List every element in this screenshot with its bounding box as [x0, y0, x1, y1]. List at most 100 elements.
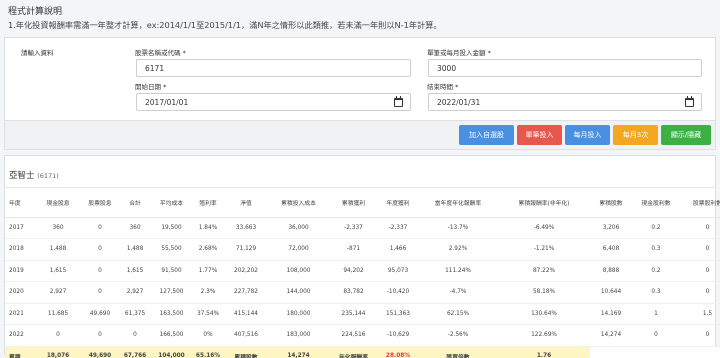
start-date-value: 2017/01/01 — [145, 97, 189, 107]
table-row: 2020 2,927 0 2,927 127,500 2.3% 227,782 144,000… — [5, 281, 720, 303]
col-header: 年度獲利 — [378, 188, 418, 218]
calendar-icon[interactable] — [685, 96, 694, 107]
table-cell: -871 — [329, 238, 378, 260]
table-cell: -2.56% — [418, 324, 498, 346]
table-cell: 1,615 — [35, 259, 81, 282]
table-cell: 111.24% — [418, 259, 498, 282]
summary-cell — [632, 345, 680, 358]
table-cell: 1.84% — [192, 216, 224, 239]
table-cell: 87.22% — [498, 259, 590, 282]
table-cell: 91,500 — [151, 259, 192, 282]
table-cell: 14,274 — [590, 324, 632, 346]
table-cell: 360 — [35, 216, 81, 239]
table-cell: 151,363 — [378, 302, 418, 325]
col-header: 股票股息 — [81, 188, 119, 218]
table-cell: 72,000 — [268, 238, 329, 260]
col-header: 殖利率 — [192, 188, 224, 218]
table-cell: 10,644 — [590, 281, 632, 303]
table-cell: 144,000 — [268, 281, 329, 303]
end-date-value: 2022/01/31 — [437, 97, 481, 107]
table-cell: 0 — [81, 216, 119, 239]
summary-cell: 年化報酬率 — [329, 345, 378, 358]
table-cell: -6.49% — [498, 216, 590, 239]
calendar-icon[interactable] — [394, 96, 403, 107]
table-cell: -1.21% — [498, 238, 590, 260]
table-cell: 130.64% — [498, 302, 590, 325]
table-cell: 2,927 — [119, 281, 151, 303]
table-row: 2018 1,488 0 1,488 55,500 2.68% 71,129 72,000 -8… — [5, 238, 720, 260]
results-table: 年度 現金股息 股票股息 合計 平均成本 殖利率 淨值 累積投入成本 累積獲利 … — [5, 188, 720, 358]
table-cell: 2.3% — [192, 281, 224, 303]
col-header: 股票股利數 — [680, 188, 720, 218]
table-cell: 227,782 — [224, 281, 268, 303]
col-header: 現金股利數 — [632, 188, 680, 218]
col-header: 累積獲利 — [329, 188, 378, 218]
table-cell: 3,206 — [590, 216, 632, 239]
start-date-input[interactable]: 2017/01/01 — [136, 93, 411, 111]
table-cell: 1.5 — [680, 302, 720, 325]
table-cell: 2017 — [5, 216, 35, 239]
table-cell: 0 — [680, 238, 720, 260]
company-name: 亞智士 — [9, 171, 35, 181]
table-cell: 1,466 — [378, 238, 418, 260]
lump-sum-button[interactable]: 單筆投入 — [517, 125, 562, 145]
table-cell: 166,500 — [151, 324, 192, 346]
table-row: 2022 0 0 0 166,500 0% 407,516 183,000 224,516 -10… — [5, 324, 720, 346]
table-cell: 0.2 — [632, 259, 680, 282]
table-cell: 224,516 — [329, 324, 378, 346]
table-cell: 1,615 — [119, 259, 151, 282]
end-date-input[interactable]: 2022/01/31 — [428, 93, 702, 111]
table-cell: 0 — [680, 324, 720, 346]
table-cell: 0 — [680, 216, 720, 239]
table-cell: 0 — [680, 281, 720, 303]
table-cell: -10,420 — [378, 281, 418, 303]
stock-input[interactable]: 6171 — [136, 59, 411, 77]
summary-cell — [680, 345, 720, 358]
table-cell: 2022 — [5, 324, 35, 346]
table-cell: 2.92% — [418, 238, 498, 260]
col-header: 累積投入成本 — [268, 188, 329, 218]
table-cell: -10,629 — [378, 324, 418, 346]
col-header: 淨值 — [224, 188, 268, 218]
col-header: 平均成本 — [151, 188, 192, 218]
add-watchlist-button[interactable]: 加入自選股 — [459, 125, 514, 145]
table-cell: 49,690 — [81, 302, 119, 325]
table-cell: 11,685 — [35, 302, 81, 325]
table-cell: 127,500 — [151, 281, 192, 303]
results-panel: 亞智士 (6171) 年度 現金股息 股票股息 合計 平均成本 殖利率 淨值 累… — [4, 155, 720, 358]
table-row: 2021 11,685 49,690 61,375 163,500 37.54% 415,1… — [5, 302, 720, 325]
table-cell: 1,488 — [35, 238, 81, 260]
table-cell: 122.69% — [498, 324, 590, 346]
notes-line: 1.年化投資報酬率需滿一年整才計算，ex:2014/1/1至2015/1/1，滿… — [8, 20, 442, 30]
summary-cell: 49,690 — [81, 345, 119, 358]
monthly-3x-button[interactable]: 每月3次 — [613, 125, 658, 145]
table-cell: 415,144 — [224, 302, 268, 325]
end-date-label: 結束時間 * — [427, 83, 459, 91]
toggle-button[interactable]: 顯示/隱藏 — [661, 125, 711, 145]
table-cell: 2.68% — [192, 238, 224, 260]
summary-cell: 67,766 — [119, 345, 151, 358]
table-cell: -2,337 — [378, 216, 418, 239]
col-header: 當年度年化報酬率 — [418, 188, 498, 218]
table-cell: 180,000 — [268, 302, 329, 325]
col-header: 年度 — [5, 188, 35, 218]
company-title: 亞智士 (6171) — [9, 169, 59, 181]
monthly-button[interactable]: 每月投入 — [565, 125, 610, 145]
table-cell: 0 — [81, 324, 119, 346]
col-header: 合計 — [119, 188, 151, 218]
amount-label: 單筆或每月投入金額 * — [427, 49, 491, 57]
col-header: 現金股息 — [35, 188, 81, 218]
company-code: (6171) — [37, 172, 59, 180]
table-cell: 33,663 — [224, 216, 268, 239]
table-cell: 14,169 — [590, 302, 632, 325]
table-cell: -2,337 — [329, 216, 378, 239]
summary-cell: 18,076 — [35, 345, 81, 358]
table-cell: 407,516 — [224, 324, 268, 346]
calculation-notes: 程式計算說明 1.年化投資報酬率需滿一年整才計算，ex:2014/1/1至201… — [0, 0, 720, 36]
amount-input[interactable]: 3000 — [428, 59, 702, 77]
table-cell: 202,202 — [224, 259, 268, 282]
table-cell: 71,129 — [224, 238, 268, 260]
notes-heading: 程式計算說明 — [8, 7, 63, 17]
table-cell: 0 — [81, 259, 119, 282]
summary-cell: 殖買倍數 — [418, 345, 498, 358]
